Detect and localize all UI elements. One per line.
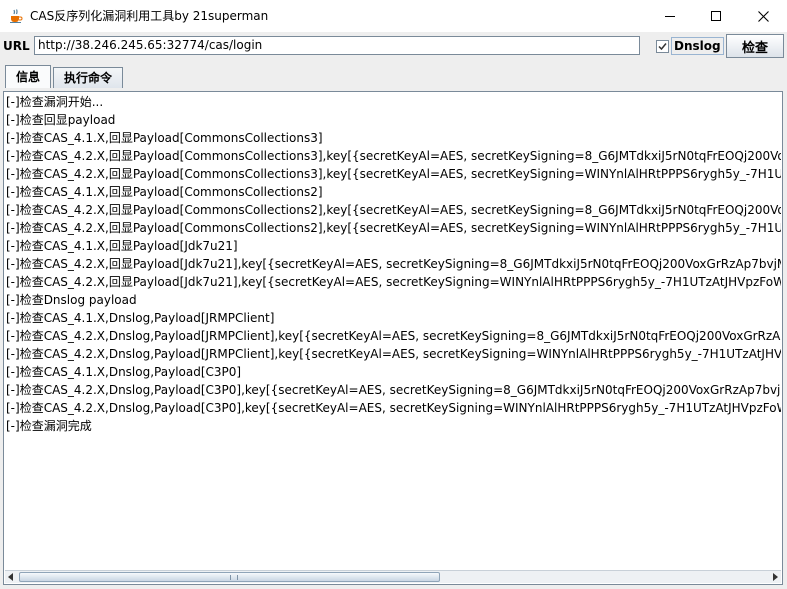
- dnslog-label[interactable]: Dnslog: [671, 37, 724, 55]
- minimize-icon: [665, 16, 675, 17]
- log-line: [-]检查CAS_4.2.X,回显Payload[CommonsCollecti…: [6, 149, 781, 163]
- log-line: [-]检查CAS_4.2.X,Dnslog,Payload[C3P0],key[…: [6, 401, 781, 415]
- output-panel: [-]检查漏洞开始... [-]检查回显payload [-]检查CAS_4.1.X…: [3, 91, 783, 585]
- java-coffee-cup-icon: [8, 8, 24, 24]
- maximize-icon: [711, 11, 721, 21]
- output-log[interactable]: [-]检查漏洞开始... [-]检查回显payload [-]检查CAS_4.1.X…: [5, 93, 781, 571]
- log-line: [-]检查CAS_4.2.X,Dnslog,Payload[C3P0],key[…: [6, 383, 781, 397]
- log-line: [-]检查CAS_4.1.X,Dnslog,Payload[C3P0]: [6, 365, 242, 379]
- horizontal-scrollbar[interactable]: [5, 570, 781, 583]
- toolbar: URL Dnslog 检查: [0, 32, 787, 62]
- url-input[interactable]: [34, 36, 640, 55]
- url-label: URL: [3, 39, 30, 53]
- dnslog-checkbox[interactable]: [656, 40, 669, 53]
- checkmark-icon: [658, 43, 667, 51]
- tab-execute-command[interactable]: 执行命令: [53, 67, 123, 88]
- log-line: [-]检查CAS_4.1.X,回显Payload[CommonsCollecti…: [6, 131, 323, 145]
- minimize-button[interactable]: [647, 0, 693, 32]
- close-button[interactable]: [740, 0, 786, 32]
- log-line: [-]检查CAS_4.2.X,回显Payload[CommonsCollecti…: [6, 203, 781, 217]
- check-button[interactable]: 检查: [726, 34, 784, 58]
- grip-icon: [230, 575, 238, 580]
- log-line: [-]检查CAS_4.1.X,回显Payload[Jdk7u21]: [6, 239, 238, 253]
- log-line: [-]检查Dnslog payload: [6, 293, 137, 307]
- log-line: [-]检查漏洞开始...: [6, 95, 104, 109]
- log-line: [-]检查CAS_4.2.X,Dnslog,Payload[JRMPClient…: [6, 329, 781, 343]
- scrollbar-thumb[interactable]: [19, 572, 440, 582]
- maximize-button[interactable]: [693, 0, 739, 32]
- title-bar: CAS反序列化漏洞利用工具by 21superman: [0, 0, 787, 32]
- tab-bar: 信息 执行命令: [0, 64, 787, 88]
- scroll-right-icon[interactable]: [769, 571, 781, 583]
- tab-info[interactable]: 信息: [5, 65, 51, 88]
- log-line: [-]检查回显payload: [6, 113, 116, 127]
- window-title: CAS反序列化漏洞利用工具by 21superman: [30, 9, 269, 23]
- log-line: [-]检查漏洞完成: [6, 419, 92, 433]
- close-icon: [757, 10, 769, 22]
- log-line: [-]检查CAS_4.1.X,Dnslog,Payload[JRMPClient…: [6, 311, 275, 325]
- log-line: [-]检查CAS_4.2.X,Dnslog,Payload[JRMPClient…: [6, 347, 781, 361]
- log-line: [-]检查CAS_4.2.X,回显Payload[Jdk7u21],key[{s…: [6, 275, 781, 289]
- scroll-left-icon[interactable]: [5, 571, 17, 583]
- log-line: [-]检查CAS_4.2.X,回显Payload[CommonsCollecti…: [6, 221, 781, 235]
- log-line: [-]检查CAS_4.2.X,回显Payload[Jdk7u21],key[{s…: [6, 257, 781, 271]
- log-line: [-]检查CAS_4.1.X,回显Payload[CommonsCollecti…: [6, 185, 323, 199]
- log-line: [-]检查CAS_4.2.X,回显Payload[CommonsCollecti…: [6, 167, 781, 181]
